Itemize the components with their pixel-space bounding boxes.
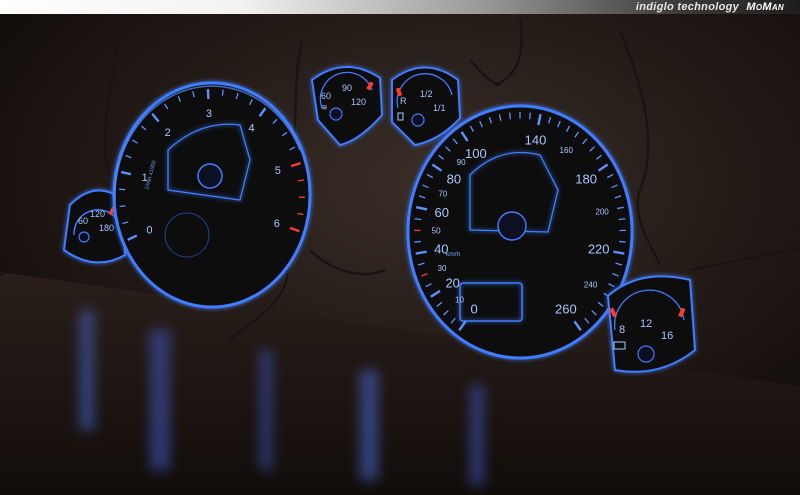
left-temp-hub bbox=[78, 231, 90, 243]
speedo-label-40: 200 bbox=[595, 208, 609, 217]
voltage-tick-0: 8 bbox=[619, 324, 625, 336]
left-temp-tick-2: 180 bbox=[99, 223, 114, 233]
speedo-tick-mark-11 bbox=[414, 218, 422, 221]
tach-label-0: 0 bbox=[146, 225, 152, 237]
speedo-tick-mark-43 bbox=[618, 240, 626, 243]
tach-tick-mark-13 bbox=[221, 89, 224, 96]
tach-label-8: 2 bbox=[165, 127, 171, 139]
tach-tick-mark-21 bbox=[298, 179, 305, 182]
speedo-label-16: 80 bbox=[447, 172, 461, 187]
tachometer: 0123456 1/min x1000 bbox=[112, 81, 312, 309]
speedo-label-20: 100 bbox=[465, 146, 487, 161]
left-temp-tick-0: 60 bbox=[78, 216, 88, 226]
left-temp-tick-1: 120 bbox=[90, 209, 105, 219]
speedo-label-10: 50 bbox=[432, 227, 441, 236]
photo-scene: 60 120 180 0123456 1/min x1000 60 90 120 bbox=[0, 14, 800, 495]
banner-brand: MoMan bbox=[746, 1, 784, 13]
speedo-label-48: 240 bbox=[584, 281, 598, 290]
speedo-label-6: 30 bbox=[437, 264, 446, 273]
banner-text: indiglo technology MoMan bbox=[636, 0, 784, 14]
top-banner: indiglo technology MoMan bbox=[0, 0, 800, 14]
speedo-tick-mark-25 bbox=[509, 112, 511, 120]
coolant-tick-2: 120 bbox=[351, 97, 366, 107]
tach-label-16: 4 bbox=[249, 123, 255, 135]
speedo-label-2: 10 bbox=[455, 296, 464, 305]
tach-hub bbox=[197, 163, 223, 189]
speedo-units: km/h bbox=[446, 251, 460, 258]
coolant-tick-0: 60 bbox=[321, 91, 331, 101]
fuel-tick-2: 1/1 bbox=[433, 103, 446, 113]
speedo-label-0: 0 bbox=[470, 302, 477, 317]
speedo-label-52: 260 bbox=[555, 302, 577, 317]
speedo-label-36: 180 bbox=[575, 172, 597, 187]
speedo-label-4: 20 bbox=[445, 275, 459, 290]
speedometer: 0102030405060708090100140160180200220240… bbox=[406, 104, 634, 360]
speedo-hub bbox=[497, 211, 527, 241]
fuel-tick-0: R bbox=[400, 96, 407, 106]
banner-tagline: indiglo technology bbox=[635, 1, 740, 13]
fuel-tick-1: 1/2 bbox=[420, 89, 433, 99]
speedo-label-28: 140 bbox=[525, 132, 547, 147]
speedo-label-12: 60 bbox=[434, 205, 448, 220]
tach-tick-mark-2 bbox=[119, 205, 126, 208]
voltage-gauge: 8 12 16 bbox=[606, 275, 697, 373]
tach-label-12: 3 bbox=[206, 108, 212, 120]
coolant-icon: ≋ bbox=[321, 103, 328, 112]
speedo-label-14: 70 bbox=[438, 189, 447, 198]
speedo-label-32: 160 bbox=[560, 146, 574, 155]
speedo-tick-mark-27 bbox=[529, 112, 531, 120]
coolant-tick-1: 90 bbox=[342, 83, 352, 93]
tach-label-24: 6 bbox=[274, 218, 280, 230]
tach-label-20: 5 bbox=[275, 165, 281, 177]
voltage-tick-2: 16 bbox=[661, 330, 673, 342]
speedo-label-44: 220 bbox=[588, 241, 610, 256]
speedo-tick-mark-9 bbox=[414, 240, 422, 243]
voltage-tick-1: 12 bbox=[640, 318, 652, 330]
speedo-tick-mark-41 bbox=[618, 218, 626, 221]
